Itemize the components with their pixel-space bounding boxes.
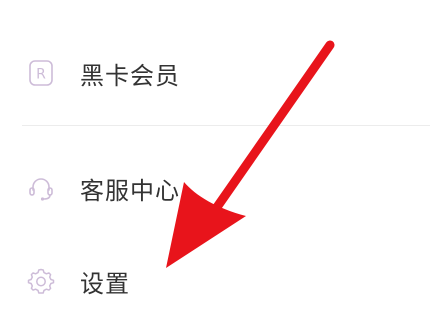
gear-icon [26,266,56,296]
divider [22,125,430,126]
menu-item-black-card-member[interactable]: R 黑卡会员 [0,55,430,91]
black-card-r-icon: R [26,58,56,88]
headset-icon [26,173,56,203]
menu-item-settings[interactable]: 设置 [0,263,430,299]
menu-item-label: 设置 [80,269,130,298]
menu-item-label: 客服中心 [80,176,180,205]
menu-item-label: 黑卡会员 [80,61,180,90]
menu-item-customer-service[interactable]: 客服中心 [0,170,430,206]
svg-text:R: R [36,67,46,83]
